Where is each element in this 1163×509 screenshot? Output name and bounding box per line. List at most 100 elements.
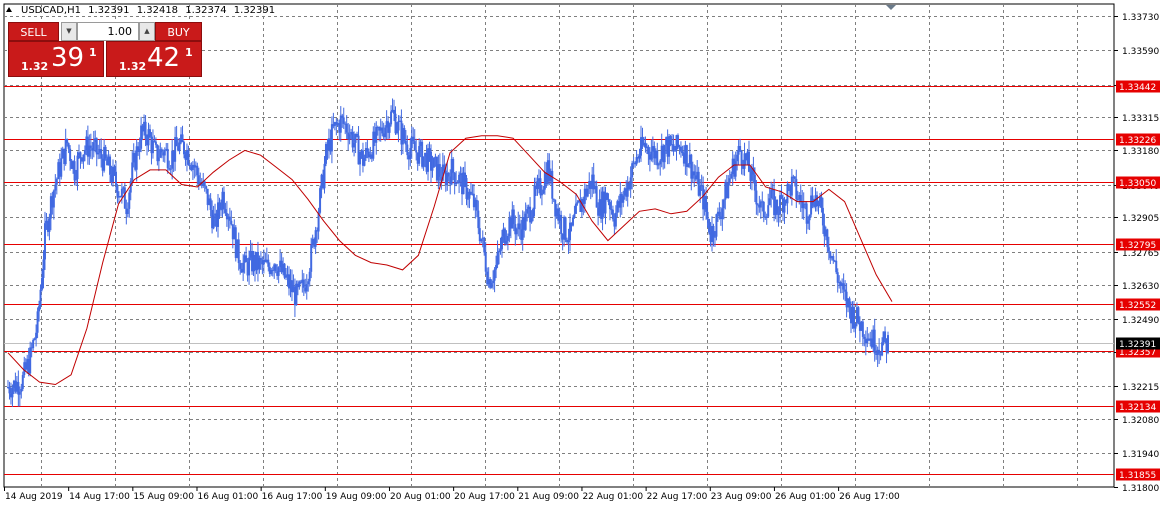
buy-button[interactable]: BUY	[155, 22, 202, 41]
volume-down-icon[interactable]: ▼	[61, 22, 77, 41]
candle-body	[576, 202, 579, 204]
buy-price-box[interactable]: 1.32 42 1	[106, 41, 202, 77]
candle-body	[465, 177, 468, 199]
candle-body	[736, 154, 739, 162]
x-tick-label: 22 Aug 17:00	[647, 492, 708, 502]
volume-input[interactable]: 1.00	[77, 22, 139, 41]
candle-body	[203, 181, 206, 187]
candle-body	[230, 220, 233, 225]
candle-body	[60, 158, 63, 177]
candle-body	[499, 249, 502, 251]
candle-body	[397, 121, 400, 131]
candle-body	[42, 259, 45, 278]
candle-body	[218, 202, 221, 210]
candle-body	[878, 349, 881, 354]
candle-body	[82, 154, 85, 162]
candle-body	[721, 208, 724, 220]
candle-body	[422, 156, 425, 167]
candle-body	[786, 184, 789, 204]
candle-body	[656, 150, 659, 166]
candle-body	[153, 140, 156, 142]
candle-body	[495, 265, 498, 270]
candle-body	[567, 240, 570, 243]
candle-body	[39, 289, 42, 307]
candle-body	[97, 152, 100, 155]
candle-body	[722, 199, 725, 209]
one-click-trading-panel: SELL ▼ 1.00 ▲ BUY 1.32 39 1 1.32 42 1	[7, 20, 203, 78]
candle-body	[330, 124, 333, 152]
candle-body	[418, 146, 421, 164]
x-tick-label: 26 Aug 17:00	[839, 492, 900, 502]
candle-body	[836, 272, 839, 283]
candle-body	[120, 188, 123, 197]
candle-body	[92, 142, 95, 151]
x-tick-label: 26 Aug 01:00	[775, 492, 836, 502]
level-label: 1.33442	[1119, 83, 1156, 93]
candle-body	[524, 213, 527, 230]
candle-body	[428, 148, 431, 152]
candle-body	[657, 164, 660, 166]
candle-body	[674, 150, 677, 152]
sell-button[interactable]: SELL	[8, 22, 59, 41]
candle-body	[574, 203, 577, 214]
candle-body	[747, 151, 750, 172]
candle-body	[363, 158, 366, 166]
candle-body	[432, 157, 435, 168]
candle-body	[611, 209, 614, 220]
candle-body	[622, 195, 625, 203]
time-axis: 14 Aug 2019 14 Aug 17:00 15 Aug 09:00 16 Au…	[4, 487, 900, 502]
candle-body	[631, 163, 634, 178]
candle-body	[183, 142, 185, 155]
candle-body	[469, 191, 472, 194]
candle-body	[808, 214, 811, 221]
level-label: 1.32134	[1119, 403, 1156, 413]
candle-body	[728, 178, 731, 183]
candle-body	[762, 202, 765, 218]
candle-body	[353, 142, 356, 148]
candle-body	[11, 387, 14, 398]
candle-body	[706, 211, 709, 219]
candle-body	[375, 127, 378, 143]
candle-body	[29, 347, 32, 374]
candle-body	[341, 115, 344, 118]
candle-body	[533, 185, 536, 210]
candle-body	[542, 189, 545, 194]
open-value: 1.32391	[88, 5, 130, 16]
x-tick-label: 19 Aug 09:00	[326, 492, 387, 502]
volume-up-icon[interactable]: ▲	[139, 22, 155, 41]
candle-body	[687, 164, 690, 167]
candle-body	[104, 146, 107, 159]
candle-body	[699, 185, 702, 196]
candle-body	[395, 130, 398, 134]
candle-body	[607, 199, 610, 203]
candle-body	[526, 209, 529, 214]
candle-body	[496, 252, 499, 266]
candle-body	[727, 182, 730, 199]
collapse-triangle-icon[interactable]	[6, 7, 12, 12]
candle-body	[560, 214, 563, 234]
candle-body	[693, 171, 696, 176]
candle-body	[458, 174, 461, 184]
candle-body	[178, 142, 181, 151]
candle-body	[404, 140, 407, 145]
x-tick-label: 22 Aug 01:00	[582, 492, 643, 502]
candle-body	[209, 198, 212, 210]
sell-price-big: 39	[51, 43, 85, 73]
candle-body	[390, 111, 393, 125]
candle-body	[842, 283, 845, 290]
price-axis: 1.337301.335901.334501.333151.331801.330…	[886, 5, 1160, 494]
x-tick-label: 14 Aug 17:00	[69, 492, 130, 502]
candle-body	[595, 186, 598, 208]
candle-body	[359, 155, 361, 165]
candle-body	[685, 145, 688, 167]
candle-body	[573, 213, 576, 218]
candle-body	[157, 157, 160, 162]
candle-body	[881, 342, 884, 356]
candle-body	[659, 160, 662, 165]
candle-body	[20, 388, 23, 392]
sell-price-box[interactable]: 1.32 39 1	[8, 41, 104, 77]
candle-body	[438, 164, 441, 177]
x-tick-label: 21 Aug 09:00	[518, 492, 579, 502]
candle-body	[475, 199, 478, 211]
candle-body	[52, 190, 55, 208]
